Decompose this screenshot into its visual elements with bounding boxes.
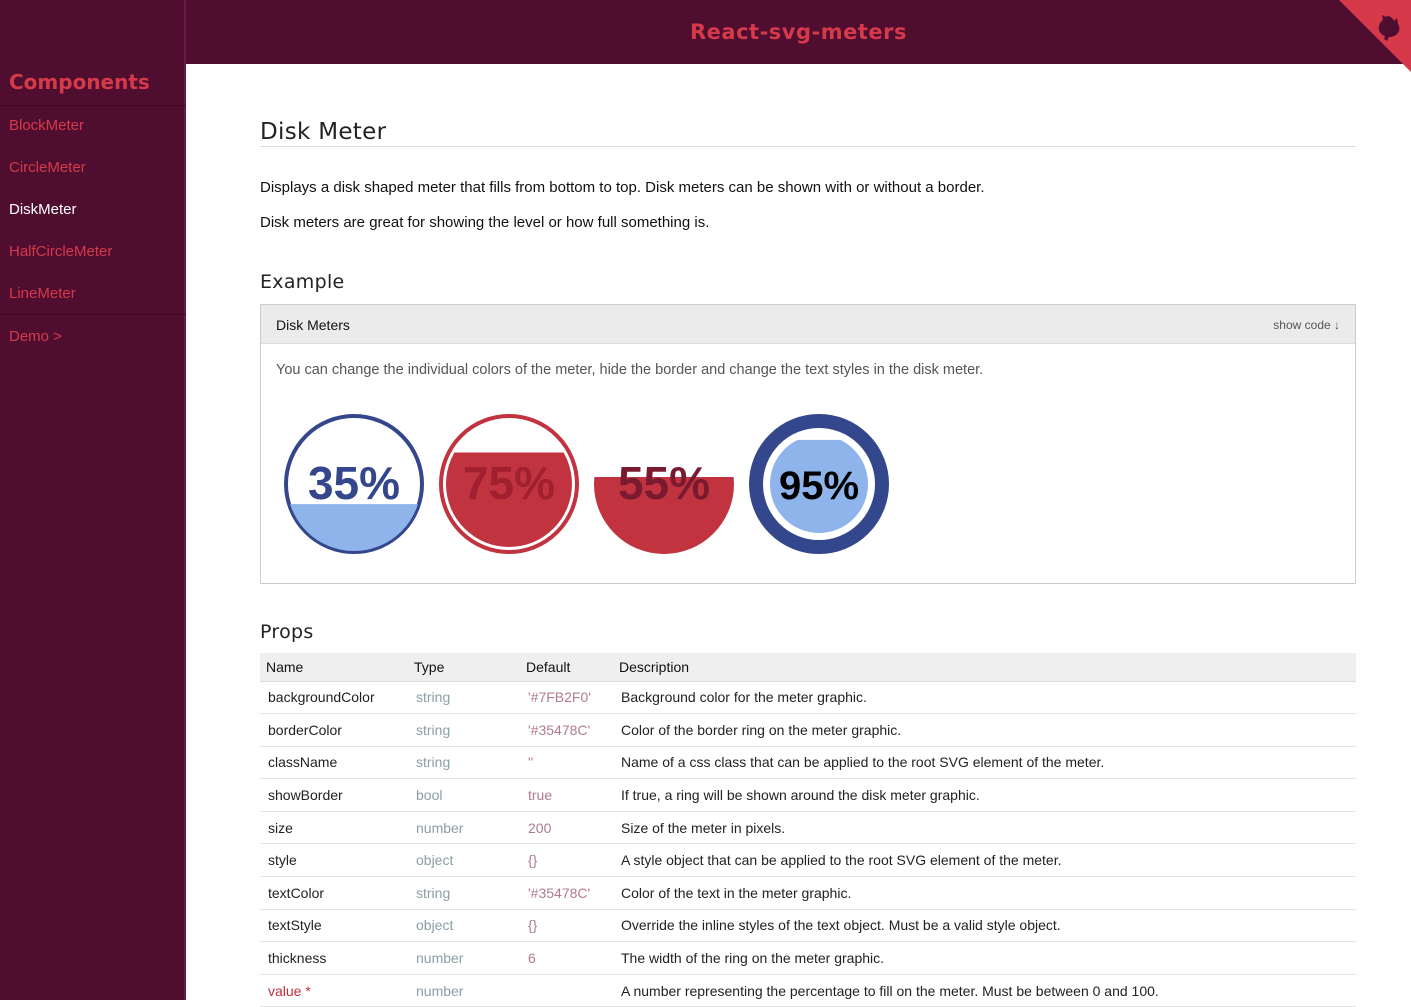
prop-description-cell: Background color for the meter graphic. [613, 681, 1356, 715]
sidebar-item-linemeter[interactable]: LineMeter [9, 285, 76, 302]
prop-default-cell: '#35478C' [520, 876, 613, 910]
example-heading: Example [260, 271, 345, 293]
table-header-row: Name Type Default Description [260, 653, 1356, 682]
prop-type-cell: string [408, 713, 520, 747]
page-title: Disk Meter [260, 119, 387, 145]
prop-name-cell: borderColor [260, 713, 408, 747]
github-corner-icon[interactable] [1339, 0, 1411, 72]
prop-type-cell: number [408, 941, 520, 975]
divider [260, 146, 1356, 147]
example-panel-header: Disk Meters show code ↓ [261, 305, 1355, 344]
prop-description-cell: The width of the ring on the meter graph… [613, 941, 1356, 975]
prop-name-cell: style [260, 843, 408, 878]
sidebar-header: Components [9, 70, 150, 94]
prop-default-cell: 6 [520, 941, 613, 975]
prop-description-cell: Color of the border ring on the meter gr… [613, 713, 1356, 747]
prop-name-cell: size [260, 811, 408, 845]
prop-description-cell: Color of the text in the meter graphic. [613, 876, 1356, 910]
prop-type-cell: string [408, 681, 520, 715]
sidebar-item-halfcirclemeter[interactable]: HalfCircleMeter [9, 243, 112, 260]
meter-value-label: 75% [463, 457, 555, 509]
table-row: style object{} A style object that can be … [260, 843, 1356, 878]
prop-default-cell [520, 974, 613, 1007]
prop-name-cell: value * [260, 974, 408, 1007]
table-row: value * number A number representing the p… [260, 974, 1356, 1007]
sidebar: Components BlockMeter CircleMeter DiskMe… [0, 0, 186, 1000]
example-description: You can change the individual colors of … [276, 362, 984, 378]
prop-description-cell: A number representing the percentage to … [613, 974, 1356, 1007]
prop-description-cell: A style object that can be applied to th… [613, 843, 1356, 878]
prop-type-cell: number [408, 811, 520, 845]
table-row: textStyle object{} Override the inline sty… [260, 909, 1356, 943]
disk-meter-55: 55% [594, 457, 734, 554]
table-row: textColor string '#35478C' Color of the tex… [260, 876, 1356, 910]
meter-value-label: 35% [308, 457, 400, 509]
prop-type-cell: string [408, 746, 520, 780]
meter-value-label: 95% [779, 464, 859, 508]
prop-type-cell: object [408, 843, 520, 878]
divider [0, 105, 186, 106]
divider [0, 314, 186, 315]
props-table: Name Type Default Description background… [260, 653, 1356, 1007]
prop-name-cell: textStyle [260, 909, 408, 943]
example-title: Disk Meters [276, 317, 350, 333]
disk-meter-35: 35% [284, 414, 424, 554]
prop-default-cell: {} [520, 843, 613, 878]
prop-name-cell: backgroundColor [260, 681, 408, 715]
prop-description-cell: Size of the meter in pixels. [613, 811, 1356, 845]
column-header-name: Name [260, 653, 408, 682]
table-row: showBorder bool true If true, a ring will b… [260, 778, 1356, 812]
description-text: Disk meters are great for showing the le… [260, 214, 710, 231]
prop-name-cell: textColor [260, 876, 408, 910]
prop-type-cell: number [408, 974, 520, 1007]
table-row: thickness number 6 The width of the ring on… [260, 941, 1356, 975]
sidebar-item-circlemeter[interactable]: CircleMeter [9, 159, 86, 176]
prop-description-cell: If true, a ring will be shown around the… [613, 778, 1356, 812]
prop-type-cell: string [408, 876, 520, 910]
column-header-default: Default [520, 653, 613, 682]
prop-description-cell: Override the inline styles of the text o… [613, 909, 1356, 943]
example-panel: Disk Meters show code ↓ You can change t… [260, 304, 1356, 584]
prop-default-cell: {} [520, 909, 613, 943]
column-header-description: Description [613, 653, 1356, 682]
meter-value-label: 55% [618, 457, 710, 509]
prop-name-cell: className [260, 746, 408, 780]
prop-name-cell: thickness [260, 941, 408, 975]
description-text: Displays a disk shaped meter that fills … [260, 179, 985, 196]
sidebar-item-blockmeter[interactable]: BlockMeter [9, 117, 84, 134]
prop-default-cell: '#7FB2F0' [520, 681, 613, 715]
disk-meter-95: 95% [749, 414, 889, 554]
prop-description-cell: Name of a css class that can be applied … [613, 746, 1356, 780]
sidebar-item-diskmeter[interactable]: DiskMeter [9, 201, 77, 218]
disk-meter-75: 75% [439, 414, 579, 554]
prop-default-cell: 200 [520, 811, 613, 845]
demo-link[interactable]: Demo > [9, 328, 62, 345]
prop-type-cell: bool [408, 778, 520, 812]
table-row: backgroundColor string '#7FB2F0' Background… [260, 681, 1356, 715]
table-row: className string '' Name of a css class tha… [260, 746, 1356, 780]
table-row: size number 200 Size of the meter in pixels… [260, 811, 1356, 845]
app-title: React-svg-meters [690, 20, 907, 44]
props-heading: Props [260, 621, 314, 643]
prop-type-cell: object [408, 909, 520, 943]
table-row: borderColor string '#35478C' Color of the b… [260, 713, 1356, 747]
prop-default-cell: '#35478C' [520, 713, 613, 747]
prop-default-cell: '' [520, 746, 613, 780]
column-header-type: Type [408, 653, 520, 682]
prop-name-cell: showBorder [260, 778, 408, 812]
show-code-button[interactable]: show code ↓ [1273, 318, 1340, 332]
prop-default-cell: true [520, 778, 613, 812]
